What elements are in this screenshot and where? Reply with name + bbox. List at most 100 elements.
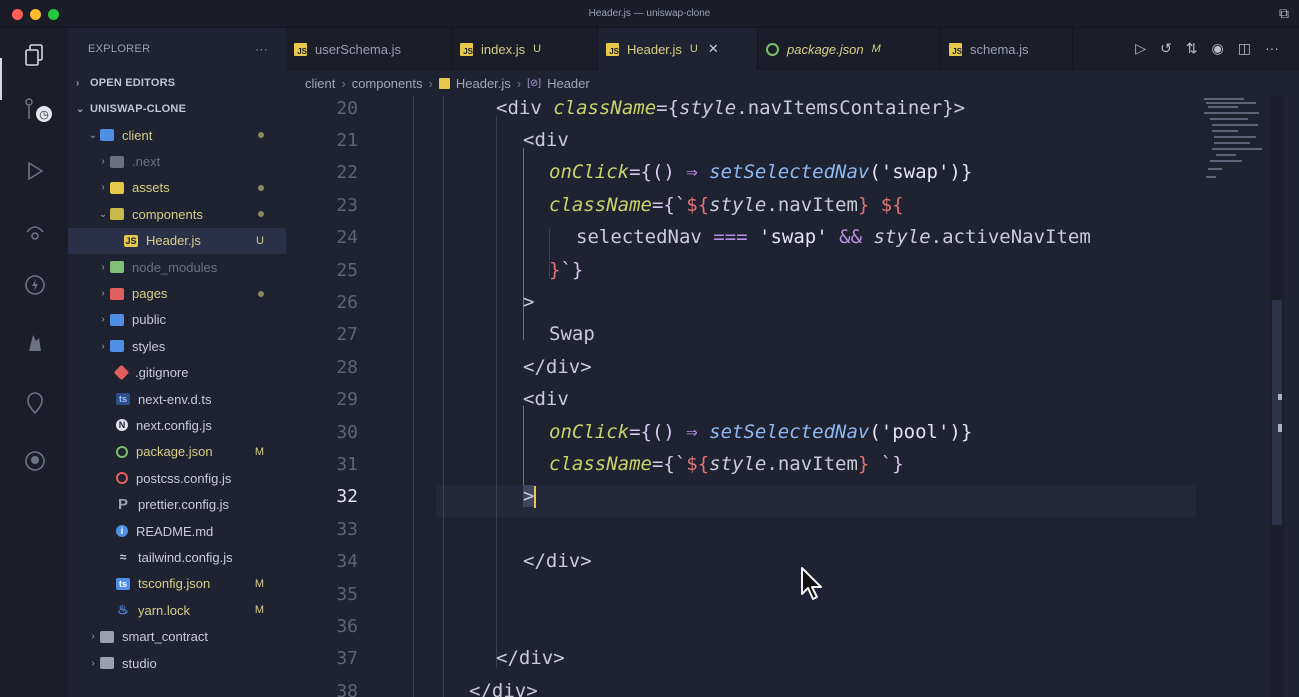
code-token: setSelectedNav [697, 421, 870, 443]
code-token: </div> [523, 550, 592, 572]
tree-item-smart-contract[interactable]: › smart_contract [68, 623, 286, 649]
tree-item-public[interactable]: › public [68, 307, 286, 333]
indent-guide [413, 96, 414, 697]
tab-package-json[interactable]: package.json M [758, 28, 941, 70]
line-number: 23 [336, 195, 358, 216]
tree-item-tsconfig[interactable]: ts tsconfig.json M [68, 571, 286, 597]
more-actions-icon[interactable]: ··· [255, 42, 268, 56]
tab-schema[interactable]: JS schema.js [941, 28, 1073, 70]
minimap-line [1208, 106, 1238, 108]
scrollbar-thumb[interactable] [1272, 300, 1282, 525]
run-icon[interactable]: ▷ [1135, 40, 1146, 57]
activity-bar: ◷ [0, 28, 68, 697]
code-token: `} [560, 259, 584, 281]
code-token: className [549, 453, 652, 475]
tree-item-client[interactable]: ⌄ client [68, 122, 286, 148]
tree-item-package-json[interactable]: package.json M [68, 439, 286, 465]
split-editor-icon[interactable]: ◫ [1238, 40, 1251, 57]
tree-item-label: README.md [136, 523, 214, 539]
tree-item-components[interactable]: ⌄ components [68, 201, 286, 227]
tree-item-header-js[interactable]: JS Header.js U [68, 227, 286, 254]
tab-header[interactable]: JS Header.js U ✕ [598, 28, 758, 70]
minimap-line [1212, 130, 1238, 132]
code-editor[interactable]: 20 21 22 23 24 25 26 27 28 29 30 31 32 3… [286, 96, 1276, 697]
code-token: Swap [549, 323, 595, 345]
tree-item-next-env[interactable]: ts next-env.d.ts [68, 386, 286, 412]
breadcrumb-item[interactable]: Header.js [456, 76, 511, 91]
breadcrumb-item[interactable]: components [352, 76, 423, 91]
files-icon[interactable] [20, 40, 50, 70]
breadcrumb-item[interactable]: Header [547, 76, 590, 91]
code-token: === [713, 226, 748, 248]
text-cursor [534, 485, 537, 508]
tree-item-tailwind[interactable]: ≈ tailwind.config.js [68, 544, 286, 570]
location-icon[interactable] [20, 388, 50, 418]
run-debug-icon[interactable] [20, 156, 50, 186]
explorer-header: EXPLORER ··· [68, 28, 286, 70]
layout-icon[interactable]: ⧉ [1279, 5, 1289, 22]
package-icon [766, 42, 779, 56]
chevron-right-icon: › [101, 261, 105, 273]
tree-item-gitignore[interactable]: .gitignore [68, 360, 286, 386]
tab-userschema[interactable]: JS userSchema.js [286, 28, 452, 70]
tree-item-next-config[interactable]: N next.config.js [68, 412, 286, 438]
tree-item-pages[interactable]: › pages [68, 280, 286, 306]
workspace-section[interactable]: ⌄ UNISWAP-CLONE [68, 96, 286, 122]
minimap-line [1208, 168, 1222, 170]
tree-item-assets[interactable]: › assets [68, 175, 286, 201]
compare-icon[interactable]: ⇅ [1186, 40, 1198, 57]
remote-icon[interactable] [20, 216, 50, 246]
lightning-icon[interactable] [20, 270, 50, 300]
history-icon[interactable]: ↺ [1160, 40, 1172, 57]
tree-item-postcss[interactable]: postcss.config.js [68, 465, 286, 491]
code-line: <div [523, 388, 569, 410]
chevron-right-icon: › [341, 75, 346, 91]
tree-item-styles[interactable]: › styles [68, 333, 286, 359]
active-indicator [0, 58, 2, 100]
code-line: > [523, 291, 534, 313]
line-number: 38 [336, 681, 358, 697]
chevron-down-icon: ⌄ [98, 208, 108, 220]
code-line: selectedNav === 'swap' && style.activeNa… [576, 226, 1091, 248]
line-number: 26 [336, 292, 358, 313]
folder-icon [110, 155, 124, 168]
code-token: </div> [496, 647, 565, 669]
code-token: selectedNav [576, 226, 714, 248]
tab-index[interactable]: JS index.js U [452, 28, 598, 70]
code-token: .navItemsContainer}> [736, 97, 966, 119]
symbol-icon: [⊘] [527, 77, 542, 89]
open-editors-section[interactable]: › OPEN EDITORS [68, 70, 286, 96]
chevron-down-icon: ⌄ [76, 103, 85, 115]
tree-item-prettier[interactable]: P prettier.config.js [68, 491, 286, 517]
line-number: 31 [336, 454, 358, 475]
section-label: OPEN EDITORS [90, 77, 176, 89]
code-line: </div> [523, 550, 592, 572]
breadcrumb-item[interactable]: client [305, 76, 335, 91]
minimap[interactable] [1200, 96, 1270, 206]
indent-guide [443, 96, 444, 697]
tree-item-readme[interactable]: i README.md [68, 518, 286, 544]
code-token: </div> [523, 356, 592, 378]
tree-item-label: tailwind.config.js [138, 549, 233, 565]
tree-item-node-modules[interactable]: › node_modules [68, 254, 286, 280]
chevron-right-icon: › [91, 657, 95, 669]
minimap-line [1206, 176, 1216, 178]
source-control-icon[interactable]: ◷ [20, 96, 52, 126]
tree-item-label: .gitignore [135, 365, 189, 381]
github-icon[interactable] [20, 446, 50, 476]
tree-item-yarn-lock[interactable]: ♨ yarn.lock M [68, 597, 286, 623]
more-actions-icon[interactable]: ··· [1265, 40, 1279, 57]
code-line: </div> [523, 356, 592, 378]
close-icon[interactable]: ✕ [708, 41, 719, 57]
line-number: 36 [336, 616, 358, 637]
tree-item-next[interactable]: › .next [68, 148, 286, 174]
comment-icon[interactable]: ◉ [1212, 40, 1224, 57]
tree-item-label: pages [132, 286, 168, 302]
js-file-icon: JS [124, 234, 138, 247]
folder-icon [100, 657, 114, 669]
chevron-right-icon: › [76, 77, 80, 89]
code-line: </div> [469, 680, 538, 697]
tree-item-studio[interactable]: › studio [68, 650, 286, 676]
firebase-icon[interactable] [20, 328, 50, 358]
code-token: ⇒ [686, 161, 698, 183]
